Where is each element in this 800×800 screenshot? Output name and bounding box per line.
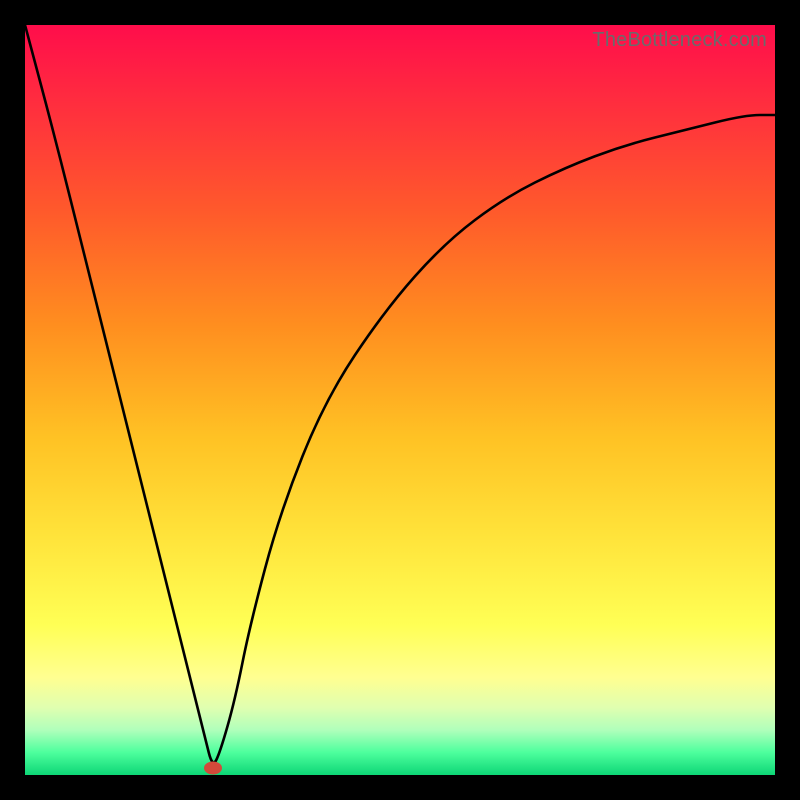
chart-frame: TheBottleneck.com bbox=[25, 25, 775, 775]
bottleneck-curve bbox=[25, 25, 775, 775]
watermark-text: TheBottleneck.com bbox=[592, 29, 767, 52]
curve-path bbox=[25, 25, 775, 763]
minimum-marker-icon bbox=[204, 761, 222, 774]
